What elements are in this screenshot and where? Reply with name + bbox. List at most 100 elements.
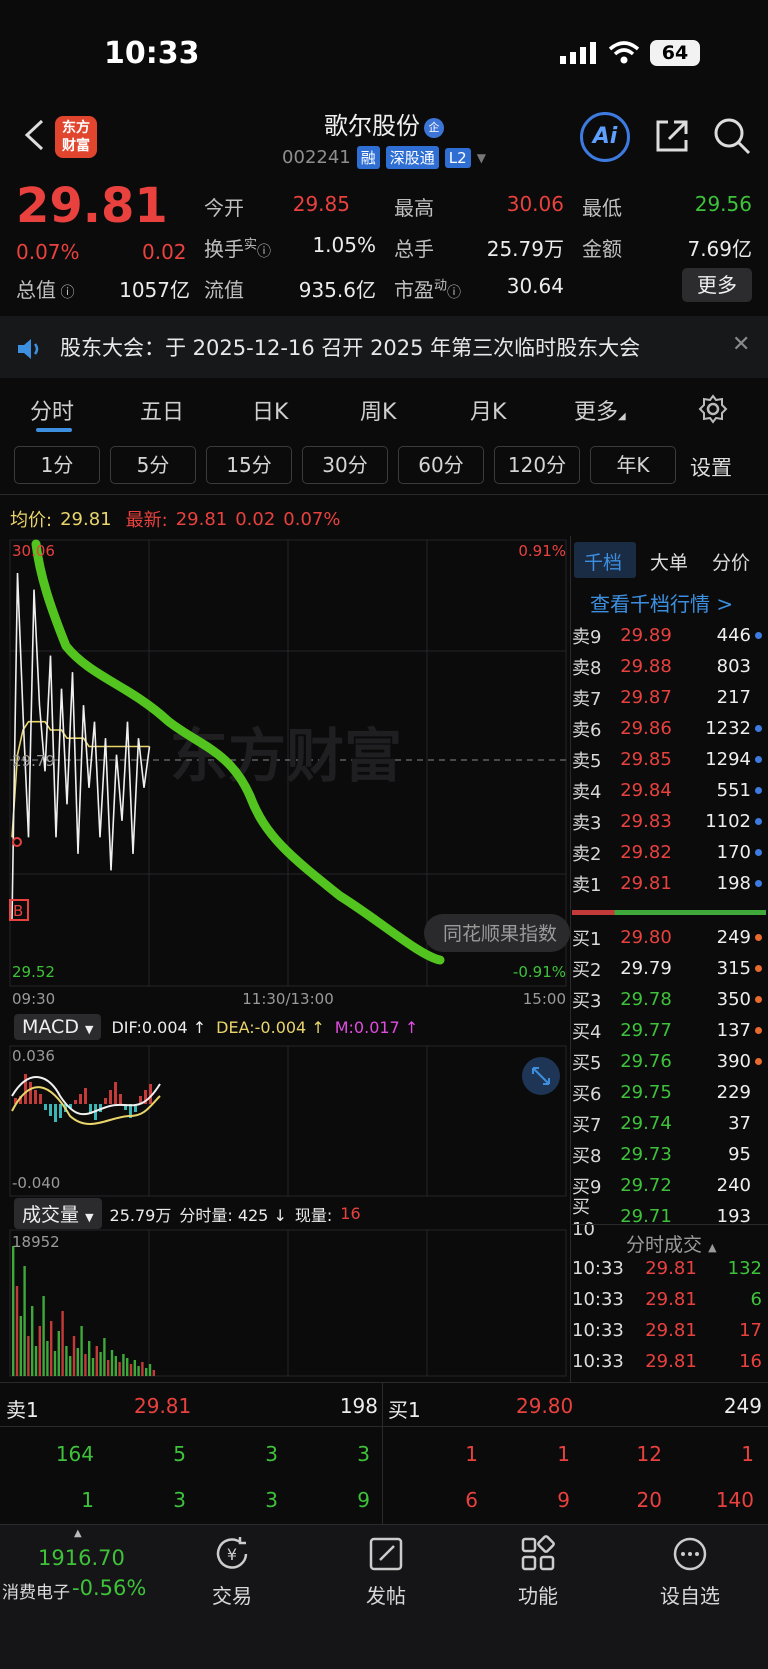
ask-row[interactable]: 卖5 29.85 1294 <box>572 744 762 775</box>
volume-bar <box>46 1341 49 1376</box>
index-name[interactable]: 消费电子 <box>2 1578 70 1603</box>
low-value: 29.56 <box>694 192 752 216</box>
order-dot-icon <box>755 787 762 794</box>
period-120min[interactable]: 120分 <box>494 446 580 484</box>
period-60min[interactable]: 60分 <box>398 446 484 484</box>
intraday-chart[interactable]: 东方财富 B 30.06 29.79 29.52 0.91% -0.91% 同花… <box>0 536 570 1382</box>
bottom-sell1-price: 29.81 <box>134 1394 192 1418</box>
macd-bar <box>44 1104 47 1110</box>
ask-row[interactable]: 卖7 29.87 217 <box>572 682 762 713</box>
bid-row[interactable]: 买8 29.73 95 <box>572 1139 762 1170</box>
change-amount: 0.02 <box>142 240 187 264</box>
volume-bar <box>76 1348 79 1376</box>
change-percent: 0.07% <box>16 240 80 264</box>
ask-row[interactable]: 卖9 29.89 446 <box>572 620 762 651</box>
depth-cell: 6 <box>465 1488 478 1512</box>
info-icon[interactable]: ⓘ <box>447 285 461 301</box>
period-15min[interactable]: 15分 <box>206 446 292 484</box>
volume-bar <box>19 1316 22 1376</box>
bid-row[interactable]: 买4 29.77 137 <box>572 1015 762 1046</box>
ask-row[interactable]: 卖3 29.83 1102 <box>572 806 762 837</box>
close-icon[interactable]: ✕ <box>732 332 750 357</box>
orderbook-tab-large[interactable]: 大单 <box>650 548 688 575</box>
bid-row[interactable]: 买2 29.79 315 <box>572 953 762 984</box>
bid-row[interactable]: 买7 29.74 37 <box>572 1108 762 1139</box>
macd-bar <box>119 1094 122 1104</box>
divider <box>0 494 768 495</box>
order-dot-icon <box>755 1120 762 1127</box>
ask-row[interactable]: 卖6 29.86 1232 <box>572 713 762 744</box>
period-1min[interactable]: 1分 <box>14 446 100 484</box>
tab-five-day[interactable]: 五日 <box>140 394 184 426</box>
volume-bar <box>23 1266 26 1376</box>
share-icon[interactable] <box>652 116 692 156</box>
volume-header: 成交量 ▼ 25.79万 分时量: 425 ↓ 现量: 16 <box>14 1198 361 1229</box>
edit-icon <box>369 1537 403 1571</box>
nav-functions[interactable]: 功能 <box>488 1534 588 1609</box>
macd-top: 0.036 <box>12 1047 55 1065</box>
announcement-text[interactable]: 股东大会：于 2025-12-16 召开 2025 年第三次临时股东大会 <box>60 332 640 362</box>
macd-bar <box>79 1094 82 1104</box>
volume-bar <box>27 1336 30 1376</box>
overlay-index-label[interactable]: 同花顺果指数 <box>443 923 557 945</box>
bid-row[interactable]: 买10 29.71 193 <box>572 1197 762 1240</box>
ask-row[interactable]: 卖1 29.81 198 <box>572 868 762 899</box>
caret-up-icon[interactable]: ▲ <box>74 1528 82 1539</box>
period-5min[interactable]: 5分 <box>110 446 196 484</box>
tab-weekly-k[interactable]: 周K <box>360 394 396 426</box>
tab-more[interactable]: 更多◢ <box>574 394 626 426</box>
order-dot-icon <box>755 965 762 972</box>
price-line <box>11 572 151 920</box>
depth-cell: 1 <box>557 1442 570 1466</box>
bid-row[interactable]: 买3 29.78 350 <box>572 984 762 1015</box>
volume-bar <box>91 1358 95 1376</box>
float-cap-label: 流值 <box>204 278 244 302</box>
order-dot-icon <box>755 632 762 639</box>
volume-bar <box>50 1321 53 1376</box>
info-icon[interactable]: ⓘ <box>257 244 271 260</box>
volume-bar <box>72 1336 76 1376</box>
period-year-k[interactable]: 年K <box>590 446 676 484</box>
volume-bar <box>148 1364 152 1376</box>
search-icon[interactable] <box>712 116 752 156</box>
orderbook-tab-price[interactable]: 分价 <box>712 548 750 575</box>
ask-row[interactable]: 卖4 29.84 551 <box>572 775 762 806</box>
tab-underline <box>36 428 72 432</box>
volume-bar <box>69 1356 72 1376</box>
ai-assistant-button[interactable]: Ai <box>580 112 630 162</box>
more-button[interactable]: 更多 <box>682 268 752 302</box>
ask-row[interactable]: 卖8 29.88 803 <box>572 651 762 682</box>
tab-intraday[interactable]: 分时 <box>30 394 74 426</box>
ticks-header[interactable]: 分时成交 ▲ <box>626 1230 717 1257</box>
bottom-sell1-label: 卖1 <box>6 1398 39 1422</box>
volume-bar <box>145 1368 148 1376</box>
volume-selector[interactable]: 成交量 ▼ <box>14 1198 102 1229</box>
gear-icon[interactable] <box>698 394 728 424</box>
nav-watchlist[interactable]: 设自选 <box>640 1534 740 1609</box>
bid-row[interactable]: 买5 29.76 390 <box>572 1046 762 1077</box>
bid-row[interactable]: 买1 29.80 249 <box>572 922 762 953</box>
depth-cell: 9 <box>357 1488 370 1512</box>
ask-row[interactable]: 卖2 29.82 170 <box>572 837 762 868</box>
macd-selector[interactable]: MACD ▼ <box>14 1014 102 1040</box>
nav-post[interactable]: 发帖 <box>336 1534 436 1609</box>
period-30min[interactable]: 30分 <box>302 446 388 484</box>
depth-cell: 1 <box>741 1442 754 1466</box>
orderbook-full-link[interactable]: 查看千档行情 > <box>590 588 733 617</box>
tab-monthly-k[interactable]: 月K <box>470 394 506 426</box>
pe-value: 30.64 <box>506 274 564 298</box>
tab-daily-k[interactable]: 日K <box>252 394 288 426</box>
volume-bar <box>38 1326 41 1376</box>
volume-bar <box>118 1362 121 1376</box>
nav-trade[interactable]: ¥ 交易 <box>182 1534 282 1609</box>
status-icons: 64 <box>560 40 700 66</box>
macd-bar <box>54 1104 57 1122</box>
settings-link[interactable]: 设置 <box>690 452 732 482</box>
info-icon[interactable]: ⓘ <box>56 285 74 301</box>
index-value[interactable]: 1916.70 <box>38 1546 125 1570</box>
time-end: 15:00 <box>523 990 566 1008</box>
index-pct[interactable]: -0.56% <box>72 1576 146 1600</box>
high-value: 30.06 <box>506 192 564 216</box>
orderbook-tab-full[interactable]: 千档 <box>584 548 622 575</box>
bid-row[interactable]: 买6 29.75 229 <box>572 1077 762 1108</box>
